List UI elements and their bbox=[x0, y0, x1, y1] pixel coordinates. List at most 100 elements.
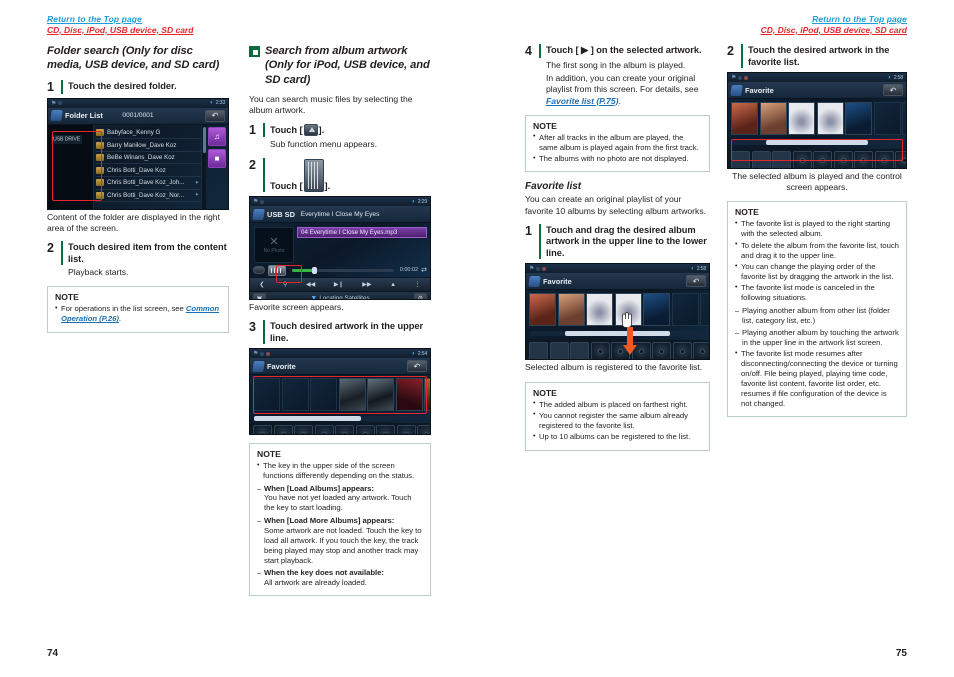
music-note-key-icon[interactable]: ♫ bbox=[208, 126, 226, 146]
favorite-slot[interactable] bbox=[652, 342, 671, 360]
favorite-slot[interactable] bbox=[672, 342, 692, 360]
return-to-top-link-right[interactable]: Return to the Top page bbox=[761, 14, 907, 25]
favorite-slot[interactable] bbox=[854, 151, 873, 169]
folder-source-pane[interactable]: USB DRIVE bbox=[48, 124, 94, 209]
device-clock: 2:58 bbox=[696, 265, 707, 272]
column-favorite-playback: 2 Touch the desired artwork in the favor… bbox=[727, 44, 907, 418]
favorite-slot[interactable] bbox=[895, 151, 906, 169]
list-icon[interactable]: ⋮ bbox=[415, 281, 421, 288]
screen-title: Folder List bbox=[65, 111, 103, 121]
back-chevron-icon[interactable]: ❮ bbox=[259, 281, 264, 288]
folder-row[interactable]: Barry Manilow_Dave Koz bbox=[96, 139, 201, 152]
favorite-slot[interactable] bbox=[590, 342, 610, 360]
camera-icon[interactable]: ▣ bbox=[253, 293, 266, 300]
note-title: NOTE bbox=[533, 120, 557, 131]
favorite-slot[interactable] bbox=[874, 151, 894, 169]
seek-bar[interactable] bbox=[292, 266, 394, 274]
artwork-tile[interactable] bbox=[700, 293, 709, 327]
step-text: Touch the desired folder. bbox=[68, 80, 177, 91]
favorite-slot[interactable] bbox=[253, 425, 272, 435]
screen-title: USB SD bbox=[267, 209, 295, 219]
artwork-tile[interactable] bbox=[788, 102, 815, 136]
note-item: You can change the playing order of the … bbox=[735, 262, 899, 282]
favorite-slot[interactable] bbox=[294, 425, 313, 435]
next-track-icon[interactable]: ▶▶ bbox=[362, 281, 371, 288]
note-box-folder-search: NOTE For operations in the list screen, … bbox=[47, 286, 229, 333]
artwork-tile[interactable] bbox=[310, 378, 337, 412]
wifi-icon: ◐ bbox=[412, 198, 416, 205]
artwork-horizontal-scrollbar[interactable] bbox=[254, 416, 426, 422]
favorite-slot[interactable] bbox=[417, 425, 430, 435]
artwork-tile[interactable] bbox=[671, 293, 699, 327]
artwork-tile[interactable] bbox=[759, 102, 787, 136]
return-to-top-link-left[interactable]: Return to the Top page bbox=[47, 14, 193, 25]
favorite-slot[interactable] bbox=[570, 342, 589, 360]
favorite-slot[interactable] bbox=[833, 151, 853, 169]
artwork-tile[interactable] bbox=[424, 378, 430, 412]
search-icon[interactable]: ⚲ bbox=[283, 281, 287, 288]
breadcrumb-left[interactable]: CD, Disc, iPod, USB device, SD card bbox=[47, 25, 193, 36]
favorite-slot[interactable] bbox=[549, 342, 569, 360]
folder-row[interactable]: Chris Botti_Dave Koz bbox=[96, 164, 201, 178]
artwork-key-icon[interactable]: ■ bbox=[208, 148, 226, 168]
favorite-slot[interactable] bbox=[772, 151, 791, 169]
favorite-slot[interactable] bbox=[273, 425, 293, 435]
back-arrow-icon[interactable]: ↶ bbox=[883, 84, 903, 97]
favorite-slot[interactable] bbox=[751, 151, 771, 169]
artwork-tile[interactable] bbox=[281, 378, 309, 412]
favorite-slot[interactable] bbox=[335, 425, 354, 435]
previous-track-icon[interactable]: ◀◀ bbox=[306, 281, 315, 288]
artwork-tile[interactable] bbox=[731, 102, 758, 136]
repeat-key-icon[interactable] bbox=[253, 266, 265, 275]
step-1-favorite: 1 Touch and drag the desired album artwo… bbox=[525, 223, 710, 260]
artwork-horizontal-scrollbar[interactable] bbox=[530, 331, 705, 337]
artwork-tile[interactable] bbox=[873, 102, 901, 136]
artwork-tile[interactable] bbox=[367, 378, 394, 412]
artwork-list-button[interactable] bbox=[268, 264, 286, 276]
sub-function-key-icon bbox=[303, 124, 318, 137]
breadcrumb-right[interactable]: CD, Disc, iPod, USB device, SD card bbox=[761, 25, 907, 36]
artwork-tile[interactable] bbox=[816, 102, 844, 136]
eject-icon[interactable]: ▲ bbox=[390, 282, 396, 288]
artwork-tile[interactable] bbox=[529, 293, 556, 327]
artwork-tile[interactable] bbox=[395, 378, 423, 412]
favorite-slot[interactable] bbox=[314, 425, 334, 435]
step-text: Touch and drag the desired album artwork… bbox=[546, 224, 707, 258]
favorite-slot[interactable] bbox=[731, 151, 750, 169]
status-icons-right: ◐ 2:58 bbox=[691, 266, 706, 272]
settings-gear-icon[interactable]: ⚙ bbox=[413, 293, 427, 300]
favorite-list-link[interactable]: Favorite list (P.75) bbox=[546, 96, 619, 106]
artwork-tile[interactable] bbox=[902, 102, 906, 136]
favorite-slot[interactable] bbox=[792, 151, 812, 169]
step-text: Touch []. bbox=[270, 158, 330, 193]
artwork-tile[interactable] bbox=[643, 293, 670, 327]
artwork-tile[interactable] bbox=[586, 293, 613, 327]
shuffle-icon[interactable]: ⇄ bbox=[421, 266, 427, 274]
artwork-tile[interactable] bbox=[338, 378, 366, 412]
folder-row[interactable]: BeBe Winans_Dave Koz bbox=[96, 152, 201, 165]
folder-row[interactable]: Babyface_Kenny G bbox=[96, 127, 201, 140]
favorite-slot[interactable] bbox=[396, 425, 416, 435]
folder-row[interactable]: Chris Botti_Dave Koz_Nor... ✦ bbox=[96, 190, 201, 203]
back-arrow-icon[interactable]: ↶ bbox=[205, 109, 225, 122]
status-icons-left: ⚑ bbox=[51, 100, 63, 107]
artwork-tile[interactable] bbox=[557, 293, 585, 327]
favorite-slot[interactable] bbox=[355, 425, 375, 435]
step-number: 4 bbox=[525, 44, 532, 58]
note-title: NOTE bbox=[735, 207, 759, 218]
back-arrow-icon[interactable]: ↶ bbox=[407, 360, 427, 373]
favorite-slot[interactable] bbox=[693, 342, 709, 360]
favorite-slot[interactable] bbox=[376, 425, 395, 435]
folder-row[interactable]: Chris Botti_Dave Koz_Joh... ✦ bbox=[96, 177, 201, 190]
artwork-tile[interactable] bbox=[253, 378, 280, 412]
play-pause-icon[interactable]: ▶❙ bbox=[334, 281, 344, 288]
artwork-horizontal-scrollbar[interactable] bbox=[732, 140, 902, 146]
track-file-name: 04 Everytime I Close My Eyes.mp3 bbox=[301, 229, 398, 237]
favorite-slot[interactable] bbox=[813, 151, 832, 169]
favorite-slot[interactable] bbox=[529, 342, 548, 360]
back-arrow-icon[interactable]: ↶ bbox=[686, 275, 706, 288]
runhead-left: Return to the Top page CD, Disc, iPod, U… bbox=[47, 14, 193, 35]
note-item: The favorite list is played to the right… bbox=[735, 219, 899, 239]
drag-direction-arrow-icon bbox=[623, 327, 637, 356]
artwork-tile[interactable] bbox=[845, 102, 872, 136]
